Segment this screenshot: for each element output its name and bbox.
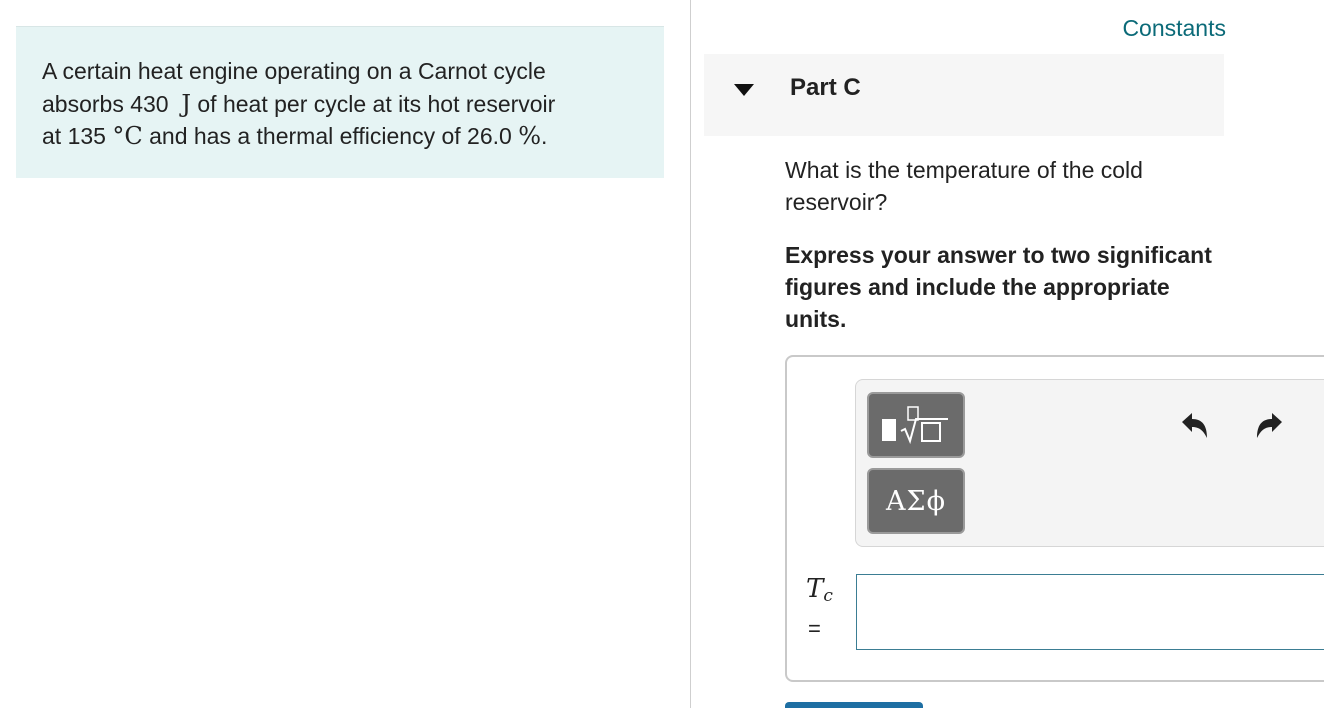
problem-line-2-pre: absorbs 430	[42, 90, 169, 117]
submit-button[interactable]	[785, 702, 923, 708]
caret-down-icon[interactable]	[734, 84, 754, 96]
celsius-unit: °C	[112, 122, 143, 150]
math-toolbar: ΑΣϕ	[855, 379, 1324, 547]
problem-text: A certain heat engine operating on a Car…	[42, 55, 642, 153]
problem-line-3-pre: at 135	[42, 123, 106, 149]
equals-sign: =	[808, 616, 821, 641]
problem-line-3-mid: and has a thermal efficiency of 26.0	[149, 123, 512, 149]
constants-link[interactable]: Constants	[1122, 15, 1226, 42]
part-title: Part C	[790, 74, 861, 101]
answer-variable-label: Tc	[806, 574, 833, 606]
problem-line-2-post: of heat per cycle at its hot reservoir	[197, 90, 556, 117]
variable-symbol: T	[806, 574, 824, 604]
part-header[interactable]: Part C	[704, 54, 1224, 136]
column-divider	[690, 0, 691, 708]
symbols-label: ΑΣϕ	[886, 485, 946, 517]
question-text: What is the temperature of the cold rese…	[785, 157, 1143, 215]
templates-icon	[882, 406, 948, 445]
symbols-button[interactable]: ΑΣϕ	[867, 468, 965, 534]
redo-icon	[1257, 413, 1282, 438]
undo-icon	[1182, 413, 1207, 438]
joule-unit: J	[181, 89, 191, 118]
undo-button[interactable]	[1176, 408, 1212, 444]
variable-subscript: c	[823, 586, 833, 606]
problem-line-1: A certain heat engine operating on a Car…	[42, 58, 546, 84]
problem-statement-panel: A certain heat engine operating on a Car…	[16, 26, 664, 178]
redo-button[interactable]	[1252, 408, 1288, 444]
templates-button[interactable]	[867, 392, 965, 458]
instruction-text: Express your answer to two significant f…	[785, 242, 1212, 332]
percent-unit: %	[518, 122, 542, 150]
answer-input[interactable]	[856, 574, 1324, 650]
problem-period: .	[541, 123, 548, 149]
page: A certain heat engine operating on a Car…	[0, 0, 1324, 708]
